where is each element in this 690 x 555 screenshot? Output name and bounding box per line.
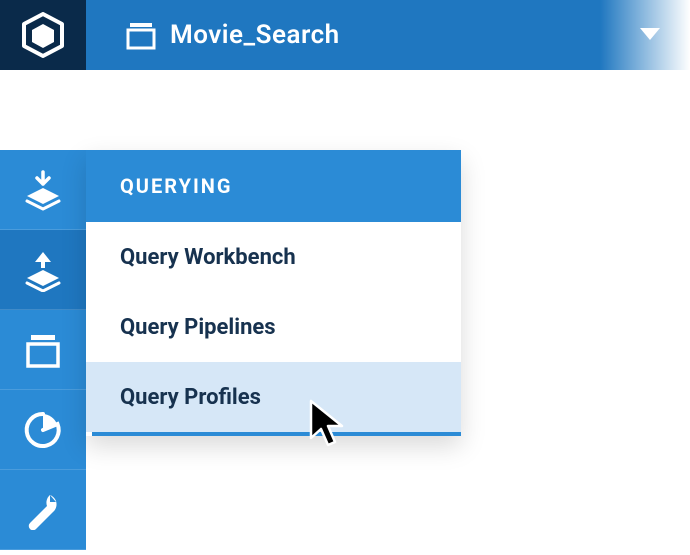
flyout-item-label: Query Profiles — [120, 385, 261, 410]
layers-up-icon — [21, 248, 65, 292]
flyout-item-query-pipelines[interactable]: Query Pipelines — [86, 292, 461, 362]
wrench-icon — [23, 490, 63, 530]
app-stack-icon — [126, 20, 156, 50]
flyout-title: QUERYING — [120, 174, 233, 198]
sidebar-item-ingest[interactable] — [0, 150, 86, 230]
stack-box-icon — [24, 331, 62, 369]
sidebar-item-collections[interactable] — [0, 310, 86, 390]
sidebar-item-analytics[interactable] — [0, 390, 86, 470]
flyout-item-query-profiles[interactable]: Query Profiles — [86, 362, 461, 432]
sidebar-item-querying[interactable] — [0, 230, 86, 310]
sidebar-spacer — [0, 70, 86, 150]
hexagon-logo-icon — [22, 12, 64, 58]
app-selector[interactable]: Movie_Search — [86, 0, 690, 70]
app-title: Movie_Search — [170, 20, 640, 50]
sidebar-item-settings[interactable] — [0, 470, 86, 550]
flyout-header: QUERYING — [86, 150, 461, 222]
app-logo[interactable] — [0, 0, 86, 70]
pie-chart-icon — [23, 410, 63, 450]
flyout-item-query-workbench[interactable]: Query Workbench — [86, 222, 461, 292]
layers-down-icon — [21, 168, 65, 212]
flyout-underline — [92, 432, 461, 436]
flyout-item-label: Query Workbench — [120, 245, 296, 270]
chevron-down-icon — [640, 28, 660, 42]
querying-flyout: QUERYING Query Workbench Query Pipelines… — [86, 150, 461, 436]
sidebar — [0, 70, 86, 550]
flyout-item-label: Query Pipelines — [120, 315, 276, 340]
